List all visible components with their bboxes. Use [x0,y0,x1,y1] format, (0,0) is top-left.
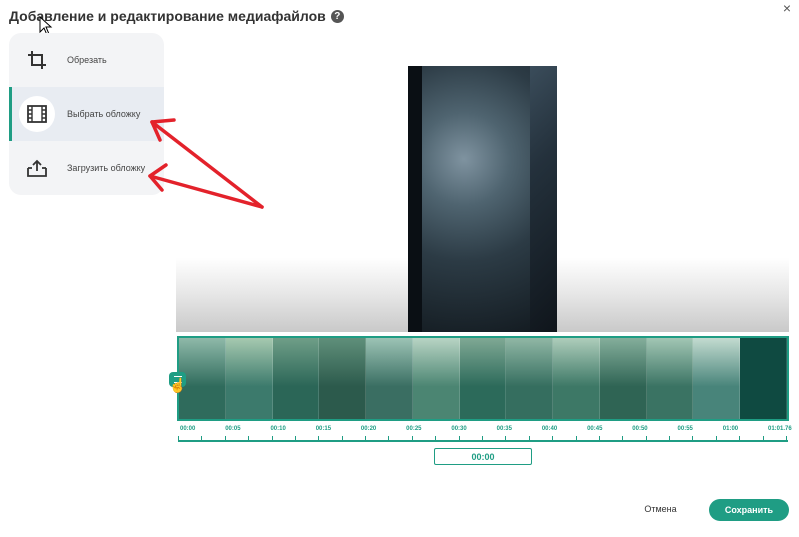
timeline-ticks [178,436,788,444]
timeline-tick [692,436,694,440]
side-menu: Обрезать Выбрать обложку Загрузить облож… [9,33,164,195]
timeline-track[interactable] [178,440,788,442]
thumbnail-filmstrip[interactable] [177,336,789,421]
timeline-tick [575,436,577,440]
timeline-tick [178,436,179,440]
timeline-tick [458,436,460,440]
timeline-tick [201,436,203,440]
timeline-tick [341,436,343,440]
timeline-tick [669,436,671,440]
save-button[interactable]: Сохранить [709,499,789,521]
timeline-tick [739,436,741,440]
film-icon [19,96,55,132]
menu-item-crop[interactable]: Обрезать [9,33,164,87]
filmstrip-thumbnail[interactable] [412,338,460,419]
filmstrip-thumbnail[interactable] [506,338,554,419]
timeline-tick [388,436,390,440]
video-preview [176,66,789,332]
timeline-label: 00:25 [406,426,422,432]
timeline-label: 00:40 [541,426,558,432]
timeline-label: 00:45 [587,426,603,432]
current-time-field[interactable]: 00:00 [434,448,532,465]
timeline-tick [715,436,717,440]
timeline-tick [552,436,554,440]
timeline-tick [762,436,764,440]
close-icon[interactable]: × [783,0,791,16]
timeline-label: 01:00 [722,426,739,432]
dialog-title: Добавление и редактирование медиафайлов [9,8,326,24]
filmstrip-thumbnail[interactable] [459,338,507,419]
video-scene-dark-edge [408,66,422,332]
filmstrip-thumbnail[interactable] [693,338,741,419]
filmstrip-thumbnail[interactable] [553,338,600,419]
timeline-tick [598,436,600,440]
timeline-tick [528,436,530,440]
video-scene [420,66,530,332]
timeline-label: 00:10 [270,426,286,432]
timeline-tick [271,436,273,440]
hand-cursor-icon: ☝ [169,377,187,393]
menu-item-label: Загрузить обложку [67,163,146,173]
video-frame [408,66,557,332]
timeline-label: 00:00 [180,426,196,432]
filmstrip-thumbnail[interactable] [225,338,273,419]
timeline-label: 00:15 [315,426,332,432]
timeline-label: 00:05 [225,426,241,432]
timeline-label: 00:55 [677,426,693,432]
filmstrip-thumbnail[interactable] [740,338,787,419]
menu-item-label: Выбрать обложку [67,109,141,119]
timeline-tick [224,436,226,440]
cancel-button[interactable]: Отмена [633,499,688,519]
menu-item-upload-cover[interactable]: Загрузить обложку [9,141,164,195]
filmstrip-thumbnail[interactable] [319,338,367,419]
filmstrip-thumbnail[interactable] [646,338,694,419]
timeline-tick [365,436,367,440]
help-icon[interactable]: ? [330,9,344,23]
timeline-tick [248,436,250,440]
timeline-label: 00:20 [360,426,377,432]
upload-icon [19,150,55,186]
timeline-label: 00:30 [451,426,467,432]
filmstrip-thumbnail[interactable] [366,338,413,419]
timeline-tick [505,436,507,440]
menu-item-choose-cover[interactable]: Выбрать обложку [9,87,164,141]
timeline-tick [622,436,624,440]
menu-item-label: Обрезать [67,55,107,65]
filmstrip-thumbnail[interactable] [599,338,647,419]
timeline-tick [482,436,483,440]
timeline-tick [435,436,437,440]
timeline-tick [645,436,647,440]
timeline-label: 00:35 [496,426,512,432]
timeline-label: 00:50 [632,426,648,432]
dialog-title-row: Добавление и редактирование медиафайлов … [9,8,344,24]
timeline-tick [786,436,787,440]
timeline-tick [294,436,296,440]
crop-icon [19,42,55,78]
timeline-label: 01:01.76 [768,426,792,432]
timeline-tick [318,436,320,440]
filmstrip-thumbnail[interactable] [272,338,320,419]
timeline-tick [411,436,413,440]
